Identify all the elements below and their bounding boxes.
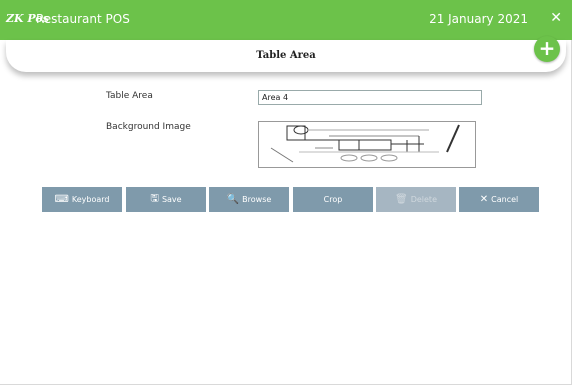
- keyboard-button-label: Keyboard: [71, 195, 110, 204]
- browse-button[interactable]: 🔍 Browse: [209, 187, 289, 212]
- close-icon[interactable]: ✕: [550, 10, 562, 26]
- save-button[interactable]: 🖫 Save: [126, 187, 206, 212]
- close-icon: ✕: [479, 194, 489, 205]
- add-button[interactable]: +: [534, 36, 560, 62]
- page-title: Table Area: [256, 50, 316, 61]
- delete-button[interactable]: 🗑 Delete: [376, 187, 456, 212]
- app-title: Restaurant POS: [36, 12, 130, 26]
- browse-button-label: Browse: [242, 195, 272, 204]
- plus-icon: +: [538, 36, 556, 60]
- title-bar: ZK Pos Restaurant POS 21 January 2021 ✕: [0, 0, 572, 40]
- crop-button-label: Crop: [323, 195, 343, 204]
- keyboard-icon: ⌨: [54, 194, 69, 205]
- search-icon: 🔍: [226, 194, 240, 205]
- delete-button-label: Delete: [410, 195, 437, 204]
- cancel-button-label: Cancel: [491, 195, 519, 204]
- floor-plan-image: [270, 124, 460, 163]
- crop-button[interactable]: Crop: [293, 187, 373, 212]
- table-area-label: Table Area: [106, 91, 153, 101]
- page-header: Table Area: [6, 40, 566, 72]
- save-icon: 🖫: [150, 193, 159, 204]
- table-area-input[interactable]: Area 4: [258, 90, 482, 105]
- save-button-label: Save: [161, 195, 182, 204]
- background-image-preview: [258, 121, 476, 168]
- cancel-button[interactable]: ✕ Cancel: [459, 187, 539, 212]
- background-image-label: Background Image: [106, 122, 191, 132]
- current-date: 21 January 2021: [429, 12, 528, 26]
- delete-icon: 🗑: [395, 194, 408, 205]
- keyboard-button[interactable]: ⌨ Keyboard: [42, 187, 122, 212]
